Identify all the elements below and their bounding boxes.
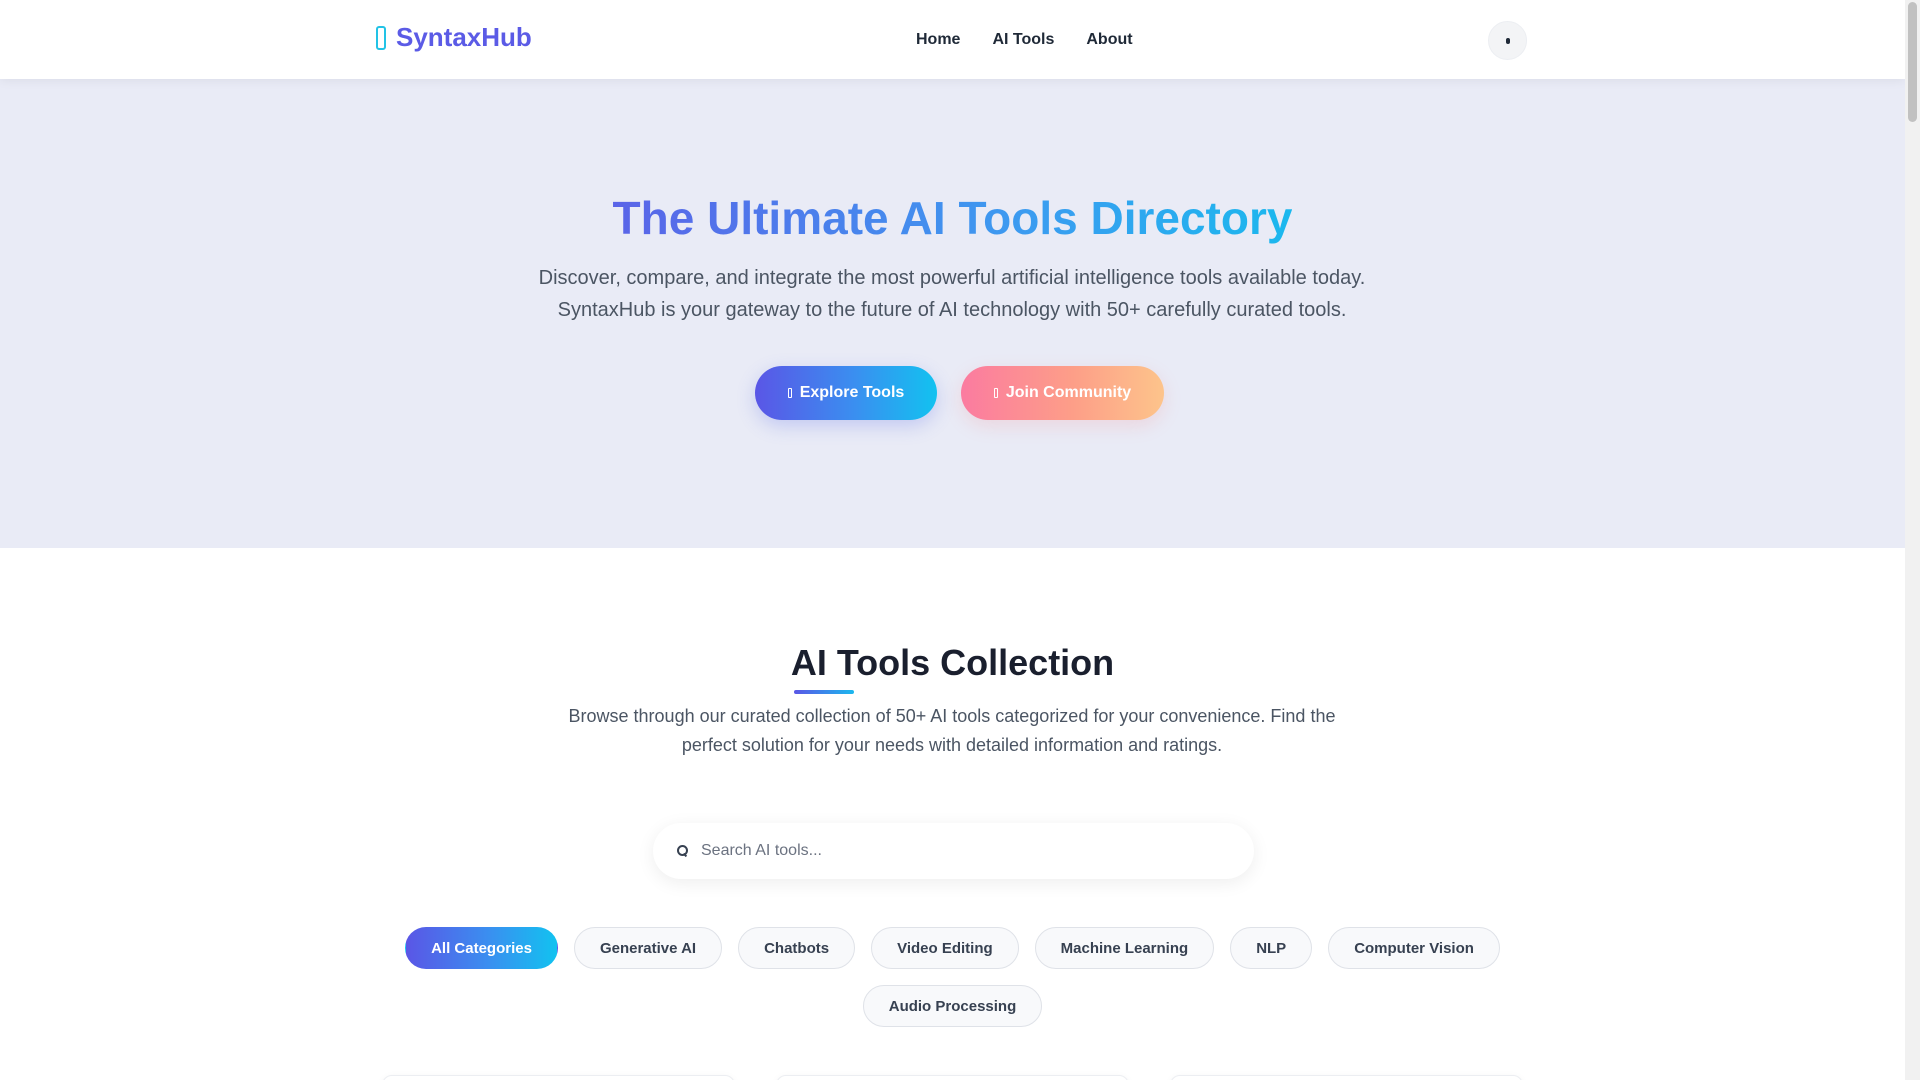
nav-link-home[interactable]: Home [916,31,960,49]
nav-link-about[interactable]: About [1086,31,1132,49]
category-generative-ai[interactable]: Generative AI [573,927,723,969]
moon-icon [1505,37,1510,44]
explore-tools-button[interactable]: Explore Tools [755,366,937,420]
compass-icon [787,388,792,398]
users-icon [993,388,998,398]
hero-subtitle: Discover, compare, and integrate the mos… [538,267,1366,321]
hero-buttons: Explore Tools Join Community [0,366,1905,420]
tool-card[interactable] [382,1075,735,1080]
nav-link-ai-tools[interactable]: AI Tools [992,31,1054,49]
code-icon [376,25,386,50]
join-community-label: Join Community [1005,384,1132,401]
collection-subtitle: Browse through our curated collection of… [568,706,1336,755]
hero-section: The Ultimate AI Tools Directory Discover… [0,79,1905,548]
search-icon [677,845,688,857]
brand-logo[interactable]: SyntaxHub [376,22,532,53]
category-audio-processing[interactable]: Audio Processing [862,985,1043,1027]
tool-card[interactable] [776,1075,1129,1080]
scrollbar-thumb[interactable] [1908,2,1917,122]
tool-card[interactable] [1170,1075,1523,1080]
category-machine-learning[interactable]: Machine Learning [1034,927,1215,969]
category-filters: All Categories Generative AI Chatbots Vi… [380,927,1525,1027]
theme-toggle-button[interactable] [1488,21,1527,60]
category-nlp[interactable]: NLP [1230,927,1313,969]
nav-links: Home AI Tools About [916,0,1133,79]
category-all-categories[interactable]: All Categories [405,927,558,969]
scrollbar-track[interactable] [1905,0,1920,1080]
search-input[interactable] [701,842,1221,860]
title-underline [794,690,854,694]
join-community-button[interactable]: Join Community [961,366,1164,420]
brand-name: SyntaxHub [396,22,532,52]
category-video-editing[interactable]: Video Editing [871,927,1019,969]
collection-title: AI Tools Collection [790,642,1115,683]
search-box[interactable] [653,823,1254,879]
hero-title: The Ultimate AI Tools Directory [612,192,1293,244]
category-computer-vision[interactable]: Computer Vision [1328,927,1500,969]
explore-tools-label: Explore Tools [799,384,905,401]
category-chatbots[interactable]: Chatbots [738,927,856,969]
page: SyntaxHub Home AI Tools About The Ultima… [0,0,1905,1080]
navbar: SyntaxHub Home AI Tools About [0,0,1905,79]
